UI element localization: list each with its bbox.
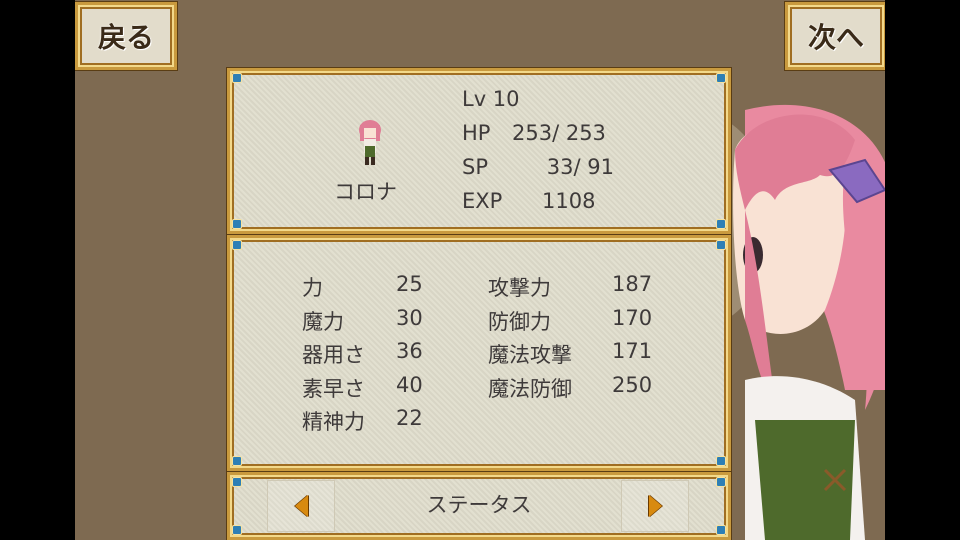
corner-gem-icon	[232, 477, 242, 487]
stat-label-defense: 防御力	[488, 310, 551, 334]
corner-gem-icon	[716, 456, 726, 466]
corner-gem-icon	[716, 240, 726, 250]
stat-label-magic-defense: 魔法防御	[488, 377, 572, 401]
sp-label: SP	[462, 155, 488, 179]
stat-value-strength: 25	[396, 272, 423, 296]
page-selector-panel: ステータス	[227, 472, 731, 540]
character-status-panel: コロナ Lv 10 HP 253/ 253 SP 33/ 91 EXP 1108	[227, 68, 731, 234]
stats-panel: 力 25 魔力 30 器用さ 36 素早さ 40 精神力 22 攻撃力 187 …	[227, 235, 731, 471]
next-button-label: 次へ	[807, 21, 864, 54]
corner-gem-icon	[232, 525, 242, 535]
hp-value: 253/ 253	[512, 121, 606, 145]
stat-label-magic-attack: 魔法攻撃	[488, 343, 572, 367]
corner-gem-icon	[232, 219, 242, 229]
corner-gem-icon	[716, 219, 726, 229]
stat-value-spirit: 22	[396, 406, 423, 430]
character-sprite-icon	[359, 120, 381, 165]
stat-label-strength: 力	[302, 276, 323, 300]
sp-value: 33/ 91	[546, 155, 614, 179]
game-screen: 戻る 次へ コロナ Lv 10 HP 253/ 253 SP 33/ 91 EX…	[75, 0, 885, 540]
corner-gem-icon	[716, 73, 726, 83]
corner-gem-icon	[232, 240, 242, 250]
character-name: コロナ	[334, 180, 397, 204]
hp-label: HP	[462, 121, 491, 145]
stat-label-attack: 攻撃力	[488, 276, 551, 300]
stat-value-attack: 187	[612, 272, 653, 296]
stat-value-magic-attack: 171	[612, 339, 653, 363]
corner-gem-icon	[716, 525, 726, 535]
stat-value-agility: 40	[396, 373, 423, 397]
stat-label-magic: 魔力	[302, 310, 344, 334]
stat-label-spirit: 精神力	[302, 410, 365, 434]
stat-value-dexterity: 36	[396, 339, 423, 363]
corner-gem-icon	[232, 456, 242, 466]
corner-gem-icon	[716, 477, 726, 487]
stat-label-dexterity: 器用さ	[302, 343, 365, 367]
exp-label: EXP	[462, 189, 503, 213]
triangle-right-icon	[648, 495, 662, 517]
corner-gem-icon	[232, 73, 242, 83]
next-page-button[interactable]	[621, 480, 689, 532]
back-button[interactable]: 戻る	[75, 2, 177, 70]
stat-value-magic: 30	[396, 306, 423, 330]
stat-value-defense: 170	[612, 306, 653, 330]
next-button[interactable]: 次へ	[785, 2, 885, 70]
stat-label-agility: 素早さ	[302, 377, 365, 401]
stat-value-magic-defense: 250	[612, 373, 653, 397]
back-button-label: 戻る	[97, 21, 154, 54]
level-text: Lv 10	[462, 87, 520, 111]
exp-value: 1108	[542, 189, 596, 213]
